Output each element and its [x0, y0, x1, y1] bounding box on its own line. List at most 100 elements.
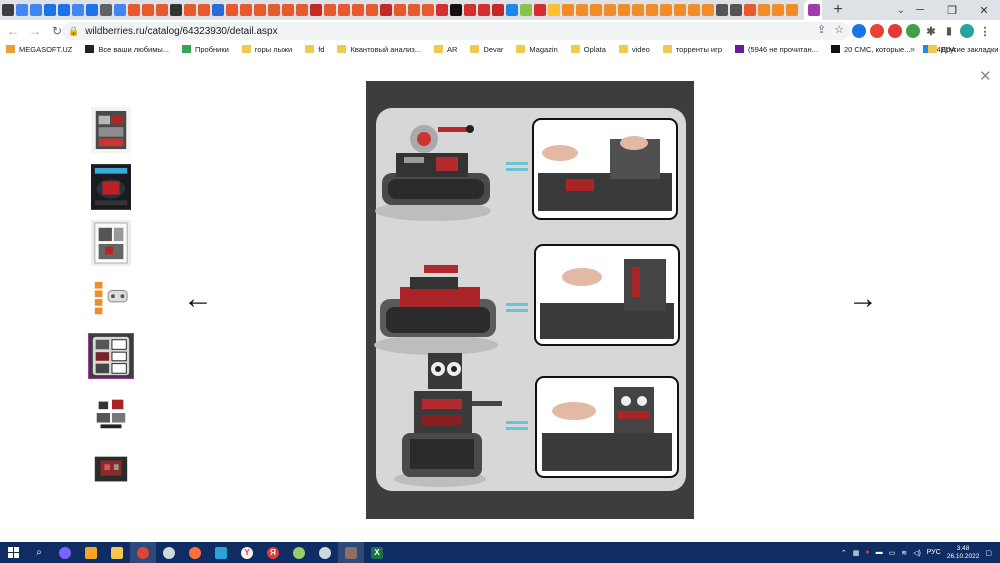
tab-favicon[interactable] — [198, 4, 210, 16]
bookmark-item[interactable]: Пробники — [182, 45, 229, 54]
taskbar-app[interactable] — [78, 542, 104, 563]
tab-favicon[interactable] — [660, 4, 672, 16]
flag-icon[interactable]: ▬ — [876, 549, 883, 556]
tab-favicon[interactable] — [702, 4, 714, 16]
tab-favicon[interactable] — [562, 4, 574, 16]
tab-favicon[interactable] — [86, 4, 98, 16]
taskbar-app[interactable]: Я — [260, 542, 286, 563]
extension-icon[interactable] — [852, 24, 866, 38]
bookmark-item[interactable]: горы лыжи — [241, 45, 292, 54]
notification-icon[interactable]: ▢ — [985, 549, 992, 557]
tab-favicon[interactable] — [576, 4, 588, 16]
lock-icon[interactable]: 🔒 — [68, 26, 79, 37]
close-viewer-button[interactable]: ✕ — [979, 67, 992, 85]
tab-favicon[interactable] — [296, 4, 308, 16]
back-button[interactable]: ← — [4, 22, 22, 40]
tab-favicon[interactable] — [170, 4, 182, 16]
tab-favicon[interactable] — [184, 4, 196, 16]
bookmark-item[interactable]: Oplata — [570, 45, 606, 54]
chevron-up-icon[interactable]: ⌃ — [841, 549, 847, 557]
url-text[interactable]: wildberries.ru/catalog/64323930/detail.a… — [85, 26, 277, 37]
tab-favicon[interactable] — [772, 4, 784, 16]
bookmark-item[interactable]: video — [618, 45, 650, 54]
thumbnail[interactable] — [90, 106, 132, 154]
volume-icon[interactable]: ◁) — [913, 549, 921, 557]
address-bar[interactable]: 🔒 wildberries.ru/catalog/64323930/detail… — [62, 22, 850, 40]
share-icon[interactable]: ⇪ — [817, 23, 826, 36]
taskbar-app[interactable] — [286, 542, 312, 563]
language-indicator[interactable]: РУС — [927, 549, 941, 556]
tab-favicon[interactable] — [310, 4, 322, 16]
prev-image-arrow[interactable]: ← — [183, 284, 213, 314]
tab-favicon[interactable] — [30, 4, 42, 16]
bookmark-item[interactable]: AR — [433, 45, 457, 54]
tab-favicon[interactable] — [324, 4, 336, 16]
taskbar-app[interactable] — [338, 542, 364, 563]
monitor-icon[interactable]: ▭ — [889, 549, 896, 557]
sidepanel-icon[interactable]: ▮ — [942, 24, 956, 38]
tab-favicon[interactable] — [268, 4, 280, 16]
thumbnail[interactable] — [90, 446, 132, 494]
extension-icon[interactable] — [870, 24, 884, 38]
tab-favicon[interactable] — [58, 4, 70, 16]
close-window-button[interactable]: ✕ — [968, 0, 1000, 20]
other-bookmarks[interactable]: Другие закладки — [928, 45, 998, 54]
thumbnail[interactable] — [90, 219, 132, 267]
bookmark-item[interactable]: торренты игр — [662, 45, 722, 54]
tab-favicon[interactable] — [128, 4, 140, 16]
tab-favicon[interactable] — [436, 4, 448, 16]
minimize-button[interactable]: ─ — [904, 0, 936, 20]
active-tab[interactable]: × — [804, 0, 822, 20]
tab-favicon[interactable] — [786, 4, 798, 16]
tab-favicon[interactable] — [44, 4, 56, 16]
tab-favicon[interactable] — [590, 4, 602, 16]
clock[interactable]: 3:48 26.10.2022 — [947, 545, 980, 561]
taskbar-app[interactable]: Y — [234, 542, 260, 563]
new-tab-button[interactable]: + — [828, 0, 848, 20]
tab-favicon[interactable] — [604, 4, 616, 16]
tab-favicon[interactable] — [646, 4, 658, 16]
tab-favicon[interactable] — [16, 4, 28, 16]
taskbar-app[interactable] — [182, 542, 208, 563]
bookmarks-overflow-button[interactable]: » — [910, 44, 915, 54]
tab-favicon[interactable] — [254, 4, 266, 16]
network-icon[interactable]: ▦ — [853, 549, 860, 557]
tab-favicon[interactable] — [632, 4, 644, 16]
tab-favicon[interactable] — [688, 4, 700, 16]
search-button[interactable]: ⌕ — [26, 542, 52, 563]
taskbar-app-excel[interactable]: X — [364, 542, 390, 563]
bookmark-item[interactable]: 20 СМС, которые... — [830, 45, 910, 54]
tab-favicon[interactable] — [142, 4, 154, 16]
tab-favicon[interactable] — [226, 4, 238, 16]
tab-favicon[interactable] — [338, 4, 350, 16]
tab-favicon[interactable] — [2, 4, 14, 16]
tab-favicon[interactable] — [744, 4, 756, 16]
tab-favicon[interactable] — [72, 4, 84, 16]
tab-favicon[interactable] — [506, 4, 518, 16]
tab-favicon[interactable] — [114, 4, 126, 16]
bookmark-item[interactable]: Devar — [470, 45, 503, 54]
tab-favicon[interactable] — [212, 4, 224, 16]
thumbnail[interactable] — [90, 163, 132, 211]
tab-favicon[interactable] — [758, 4, 770, 16]
start-button[interactable] — [0, 542, 26, 563]
thumbnail[interactable] — [90, 389, 132, 437]
tab-favicon[interactable] — [282, 4, 294, 16]
bookmark-star-icon[interactable]: ☆ — [834, 23, 844, 36]
bookmark-item[interactable]: MEGASOFT.UZ — [6, 45, 72, 54]
bookmark-item[interactable]: fd — [305, 45, 324, 54]
wifi-icon[interactable]: ≋ — [901, 549, 907, 557]
bookmark-item[interactable]: Квантовый анализ... — [337, 45, 421, 54]
tab-favicon[interactable] — [422, 4, 434, 16]
avatar[interactable] — [960, 24, 974, 38]
tab-favicon[interactable] — [240, 4, 252, 16]
bookmark-item[interactable]: (5946 не прочитан... — [735, 45, 818, 54]
tab-favicon[interactable] — [450, 4, 462, 16]
taskbar-app[interactable] — [208, 542, 234, 563]
tab-favicon[interactable] — [492, 4, 504, 16]
bookmark-item[interactable]: Magazin — [516, 45, 558, 54]
tab-favicon[interactable] — [380, 4, 392, 16]
forward-button[interactable]: → — [26, 22, 44, 40]
next-image-arrow[interactable]: → — [848, 284, 878, 314]
tab-favicon[interactable] — [394, 4, 406, 16]
